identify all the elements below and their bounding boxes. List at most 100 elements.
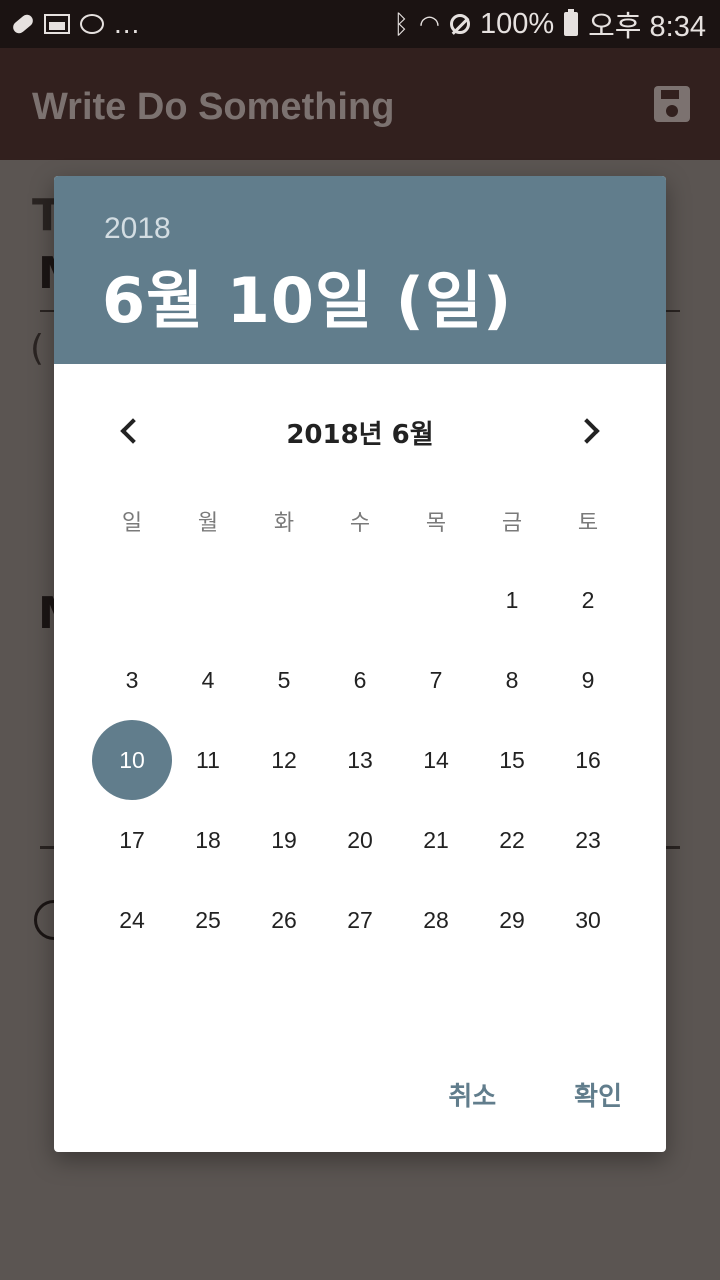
day-number: 2 <box>581 587 595 613</box>
day-blank <box>246 560 322 640</box>
day-cell[interactable]: 6 <box>322 640 398 720</box>
weekday-label: 화 <box>273 511 295 536</box>
do-not-disturb-icon <box>449 14 470 34</box>
day-cell[interactable]: 1 <box>474 560 550 640</box>
gallery-icon <box>44 14 70 34</box>
background-paren: ( <box>30 328 45 369</box>
day-number: 27 <box>347 907 373 933</box>
day-number: 24 <box>119 907 145 933</box>
bluetooth-icon: ᛒ <box>393 8 409 39</box>
day-blank <box>322 560 398 640</box>
day-cell[interactable]: 28 <box>398 880 474 960</box>
day-number: 23 <box>575 827 601 853</box>
weekday-label: 수 <box>349 511 371 536</box>
header-year[interactable]: 2018 <box>104 212 171 246</box>
day-cell[interactable]: 15 <box>474 720 550 800</box>
day-cell[interactable]: 9 <box>550 640 626 720</box>
day-cell[interactable]: 27 <box>322 880 398 960</box>
date-picker-header: 2018 6월 10일 (일) <box>54 176 666 364</box>
weekday-label: 목 <box>425 511 447 536</box>
day-cell-selected[interactable]: 10 <box>92 720 172 800</box>
day-cell[interactable]: 24 <box>94 880 170 960</box>
day-number: 7 <box>429 667 443 693</box>
app-title: Write Do Something <box>32 86 395 128</box>
day-cell[interactable]: 13 <box>322 720 398 800</box>
day-cell[interactable]: 11 <box>170 720 246 800</box>
day-number: 8 <box>505 667 519 693</box>
day-cell[interactable]: 17 <box>94 800 170 880</box>
day-cell[interactable]: 29 <box>474 880 550 960</box>
day-cell[interactable]: 22 <box>474 800 550 880</box>
day-blank <box>170 560 246 640</box>
day-cell[interactable]: 26 <box>246 880 322 960</box>
day-number: 20 <box>347 827 373 853</box>
save-icon[interactable] <box>654 86 690 122</box>
day-number: 3 <box>125 667 139 693</box>
status-right: ᛒ ◠ 100% 오후 8:34 <box>393 6 706 44</box>
pill-icon <box>10 12 36 36</box>
day-number: 19 <box>271 827 297 853</box>
day-number: 16 <box>575 747 601 773</box>
day-number: 4 <box>201 667 215 693</box>
day-cell[interactable]: 7 <box>398 640 474 720</box>
day-number: 10 <box>119 747 145 773</box>
day-cell[interactable]: 23 <box>550 800 626 880</box>
day-number: 17 <box>119 827 145 853</box>
app-bar: Write Do Something <box>0 48 720 160</box>
day-number: 30 <box>575 907 601 933</box>
day-cell[interactable]: 3 <box>94 640 170 720</box>
battery-icon <box>564 9 579 36</box>
weekday-header: 일월화수목금토 <box>94 504 626 544</box>
date-picker-dialog: 2018 6월 10일 (일) 2018년 6월 일월화수목금토 1234567… <box>54 176 666 1152</box>
day-number: 18 <box>195 827 221 853</box>
day-number: 25 <box>195 907 221 933</box>
day-cell[interactable]: 8 <box>474 640 550 720</box>
day-cell[interactable]: 21 <box>398 800 474 880</box>
day-number: 29 <box>499 907 525 933</box>
day-cell[interactable]: 16 <box>550 720 626 800</box>
day-number: 5 <box>277 667 291 693</box>
day-number: 26 <box>271 907 297 933</box>
day-number: 11 <box>196 747 220 773</box>
day-number: 13 <box>347 747 373 773</box>
day-cell[interactable]: 2 <box>550 560 626 640</box>
day-number: 9 <box>581 667 595 693</box>
status-left: ... <box>10 8 141 39</box>
weekday-label: 금 <box>501 511 523 536</box>
weekday-label: 월 <box>197 511 219 536</box>
day-number: 6 <box>353 667 367 693</box>
day-cell[interactable]: 5 <box>246 640 322 720</box>
weekday-label: 일 <box>121 511 143 536</box>
cancel-button[interactable]: 취소 <box>448 1076 496 1113</box>
day-number: 15 <box>499 747 525 773</box>
next-month-button[interactable] <box>560 398 620 466</box>
day-cell[interactable]: 12 <box>246 720 322 800</box>
loop-icon <box>80 14 104 34</box>
day-number: 21 <box>423 827 449 853</box>
day-cell[interactable]: 30 <box>550 880 626 960</box>
day-number: 14 <box>423 747 449 773</box>
day-cell[interactable]: 25 <box>170 880 246 960</box>
clock: 오후 8:34 <box>588 11 706 43</box>
wifi-icon: ◠ <box>419 10 440 38</box>
more-notifications: ... <box>114 8 141 39</box>
month-navigation: 2018년 6월 <box>54 398 666 466</box>
day-cell[interactable]: 20 <box>322 800 398 880</box>
day-cell[interactable]: 14 <box>398 720 474 800</box>
status-bar: ... ᛒ ◠ 100% 오후 8:34 <box>0 0 720 48</box>
day-cell[interactable]: 18 <box>170 800 246 880</box>
battery-percent: 100% <box>479 7 555 40</box>
day-number: 28 <box>423 907 449 933</box>
day-cell[interactable]: 19 <box>246 800 322 880</box>
header-selected-date[interactable]: 6월 10일 (일) <box>102 250 512 340</box>
day-number: 12 <box>271 747 297 773</box>
weekday-label: 토 <box>577 511 599 536</box>
day-cell[interactable]: 4 <box>170 640 246 720</box>
day-number: 1 <box>505 587 519 613</box>
dialog-actions: 취소 확인 <box>448 1076 622 1113</box>
chevron-right-icon <box>574 418 600 444</box>
day-blank <box>398 560 474 640</box>
day-grid: 1 2 3 4 5 6 7 8 9 10 11 12 13 14 15 16 17 18 19 20 21 22 23 24 2… <box>92 560 626 960</box>
confirm-button[interactable]: 확인 <box>574 1076 622 1113</box>
day-blank <box>94 560 170 640</box>
